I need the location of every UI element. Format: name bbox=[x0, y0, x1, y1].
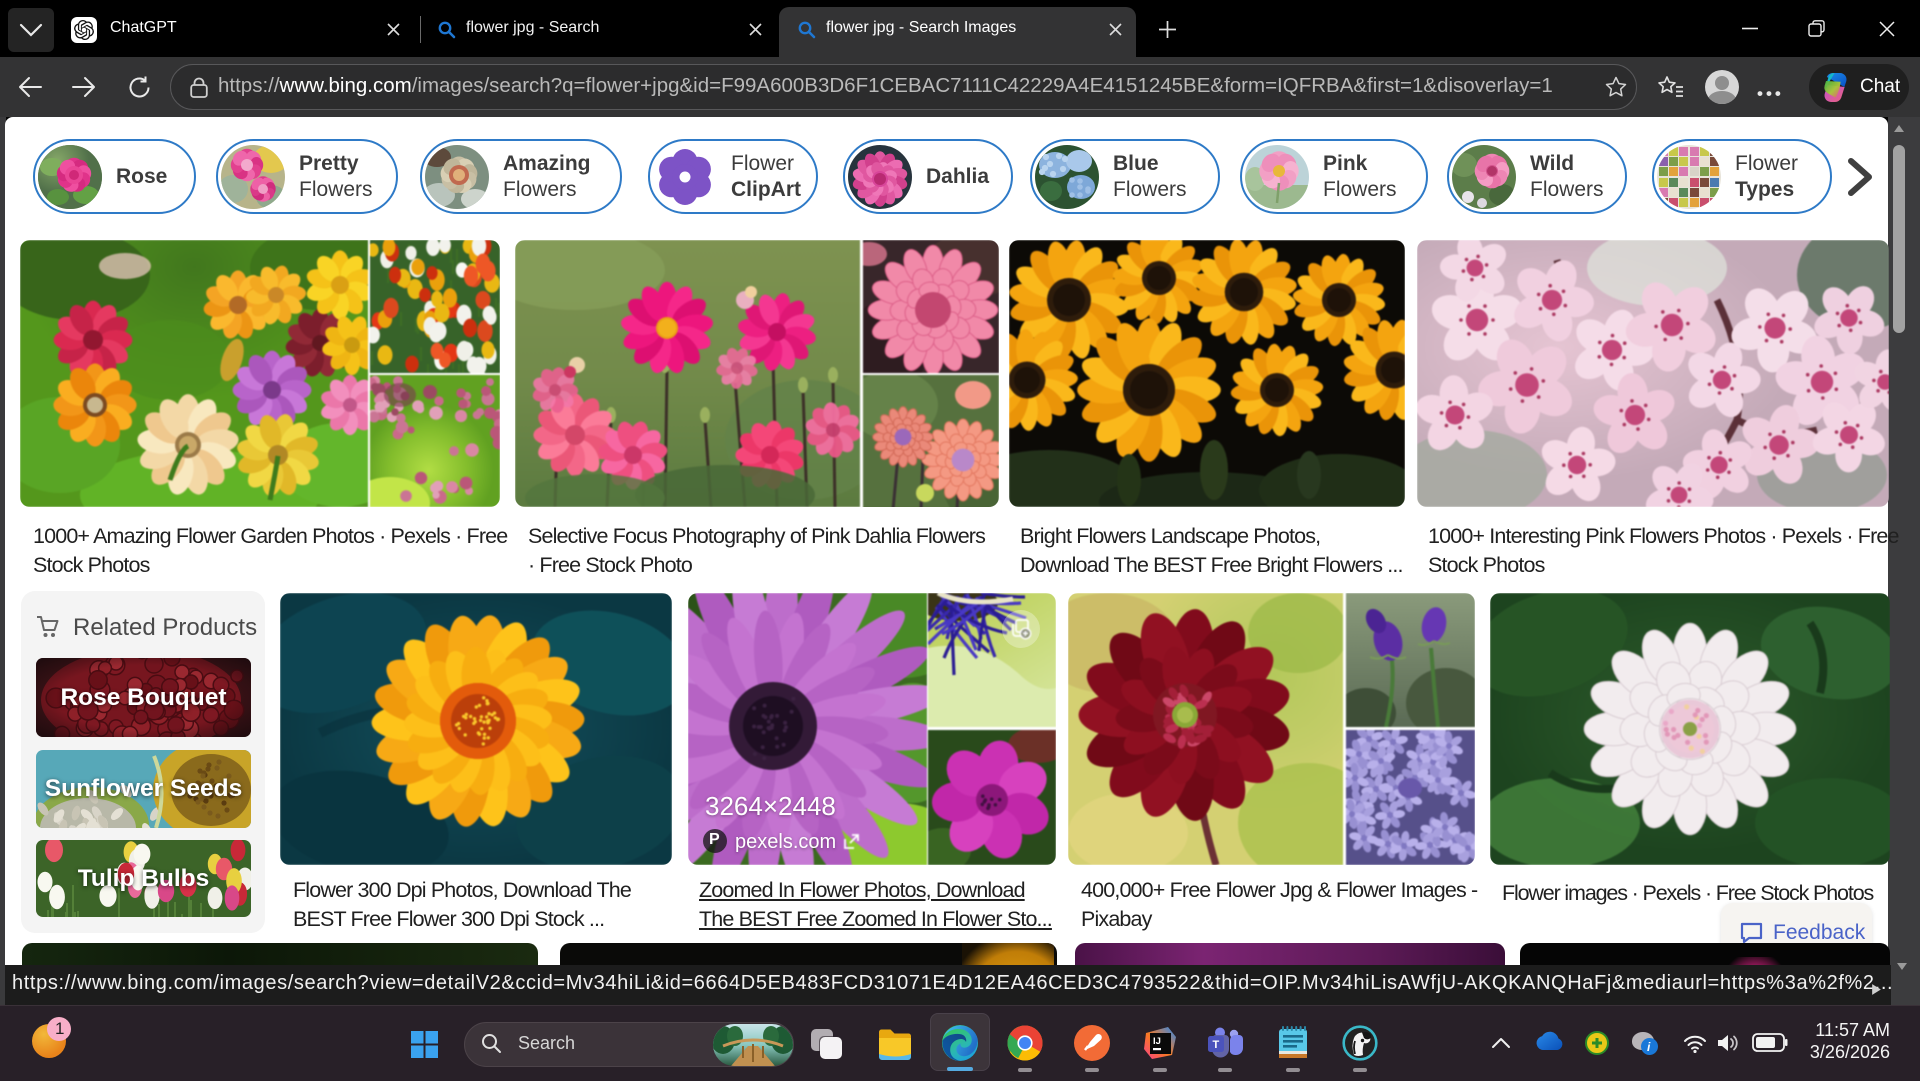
svg-text:T: T bbox=[1213, 1039, 1220, 1051]
svg-text:IJ: IJ bbox=[1153, 1036, 1161, 1047]
